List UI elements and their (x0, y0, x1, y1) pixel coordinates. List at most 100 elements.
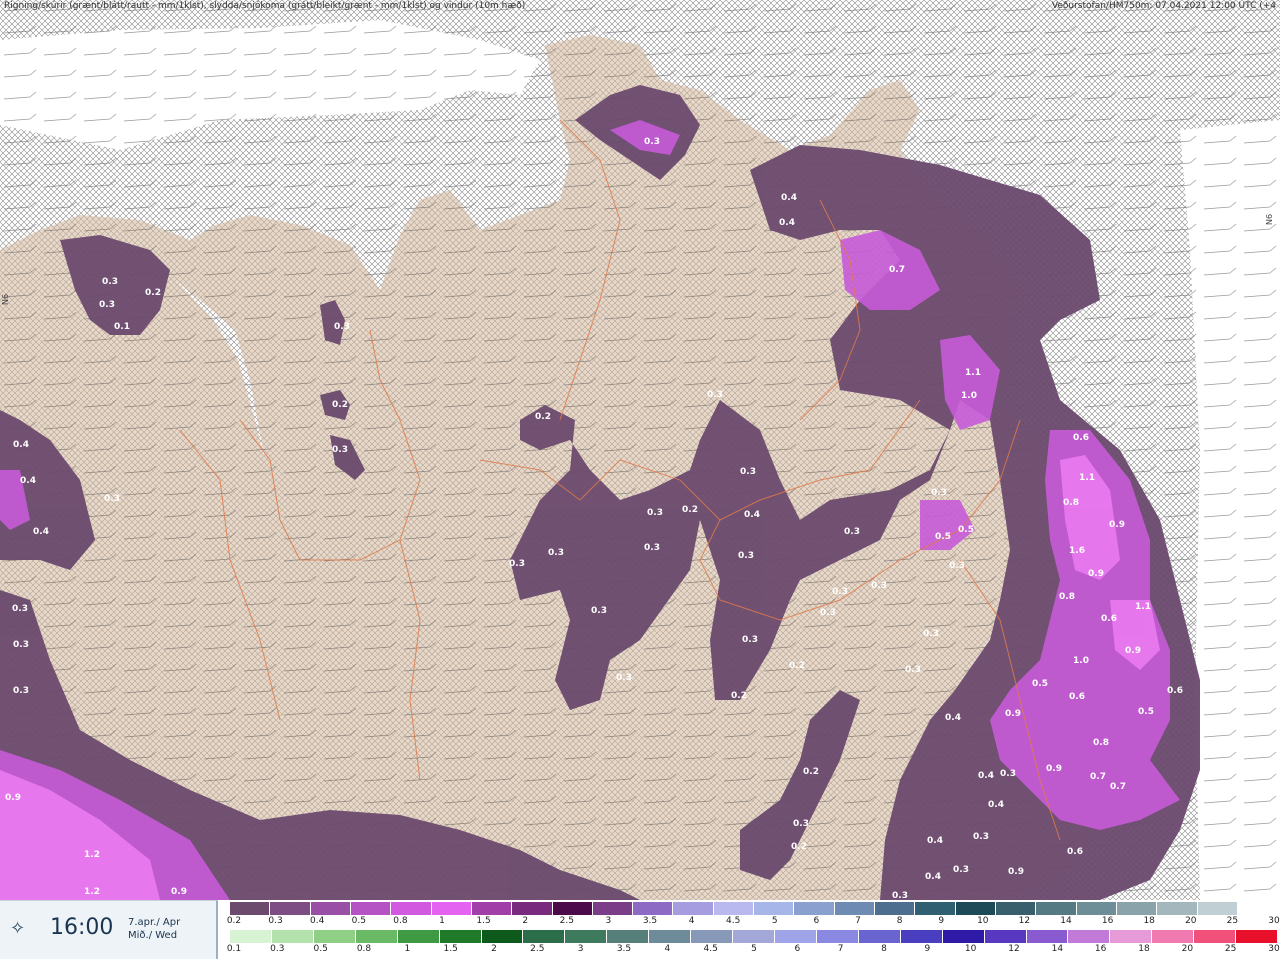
forecast-weekday: Mið./ Wed (128, 930, 178, 941)
grid-label-left: N6 (1, 294, 10, 305)
precip-value-label: 0.3 (13, 686, 29, 696)
header-description: Rigning/skúrir (grænt/blátt/rautt - mm/1… (4, 1, 526, 11)
precip-value-label: 0.3 (707, 390, 723, 400)
scale-tick-label: 14 (1051, 944, 1064, 954)
precip-value-label: 0.8 (1059, 592, 1075, 602)
scale-tick-label: 30 (1268, 916, 1280, 926)
scale-tick-label: 30 (1268, 944, 1280, 954)
colour-swatch (875, 902, 916, 915)
precip-value-label: 0.3 (104, 494, 120, 504)
precip-value-label: 0.6 (1069, 692, 1085, 702)
precip-value-label: 0.4 (779, 218, 795, 228)
precip-value-label: 0.7 (889, 265, 905, 275)
scale-tick-label: 0.8 (393, 916, 408, 926)
precip-value-label: 1.0 (961, 391, 977, 401)
scale-tick-label: 6 (813, 916, 820, 926)
forecast-time: 16:00 (50, 915, 114, 940)
colour-swatch (310, 902, 351, 915)
colour-swatch (391, 902, 432, 915)
precip-value-label: 0.2 (803, 767, 819, 777)
colour-swatch (481, 930, 524, 943)
precip-value-label: 1.1 (965, 368, 981, 378)
scale-tick-label: 1 (404, 944, 411, 954)
colour-swatch (1237, 902, 1279, 915)
precip-value-label: 0.4 (927, 836, 943, 846)
precip-value-label: 1.2 (84, 850, 100, 860)
scale-tick-label: 2 (522, 916, 529, 926)
precip-value-label: 0.3 (871, 581, 887, 591)
precip-value-label: 0.9 (1088, 569, 1104, 579)
precip-value-label: 0.9 (1008, 867, 1024, 877)
precip-value-label: 0.9 (171, 887, 187, 897)
colour-swatch (984, 930, 1027, 943)
precip-value-label: 0.6 (1073, 433, 1089, 443)
precip-value-label: 0.4 (33, 527, 49, 537)
precipitation-map: 0.3 0.4 0.4 0.7 1.1 1.0 0.3 0.2 0.3 0.1 0.3 0.2 0.3 0… (0, 0, 1280, 900)
colour-swatch (350, 902, 392, 915)
precip-value-label: 0.9 (5, 793, 21, 803)
colour-swatch (1116, 902, 1158, 915)
colour-swatch (834, 902, 875, 915)
scale-tick-label: 0.5 (313, 944, 328, 954)
precip-value-label: 0.8 (1093, 738, 1109, 748)
precip-value-label: 0.3 (953, 865, 969, 875)
colour-swatch (754, 902, 795, 915)
colour-swatch (995, 902, 1037, 915)
scale-tick-label: 4 (688, 916, 695, 926)
precip-value-label: 0.4 (925, 872, 941, 882)
colour-swatch (565, 930, 608, 943)
colour-swatch (794, 902, 835, 915)
precip-value-label: 0.3 (844, 527, 860, 537)
precip-value-label: 0.4 (13, 440, 29, 450)
precip-value-label: 1.2 (84, 887, 100, 897)
precip-value-label: 0.7 (1090, 772, 1106, 782)
precip-value-label: 0.3 (334, 322, 350, 332)
scale-tick-label: 18 (1143, 916, 1155, 926)
scale-tick-label: 2.5 (530, 944, 545, 954)
scale-tick-label: 2 (491, 944, 497, 954)
precip-value-label: 0.2 (682, 505, 698, 515)
precip-value-label: 0.2 (535, 412, 551, 422)
precip-value-label: 0.3 (647, 508, 663, 518)
compass-star-icon[interactable]: ✧ (10, 920, 28, 938)
precip-value-label: 0.3 (740, 467, 756, 477)
colour-swatch (915, 902, 956, 915)
precip-value-label: 0.8 (1063, 498, 1079, 508)
snow-colour-scale (230, 902, 1279, 915)
colour-swatch (1110, 930, 1153, 943)
colour-swatch (774, 930, 817, 943)
precip-value-label: 0.6 (1067, 847, 1083, 857)
precip-value-label: 0.5 (935, 532, 951, 542)
scale-tick-label: 3 (605, 916, 612, 926)
colour-swatch (1076, 902, 1117, 915)
colour-swatch (471, 902, 513, 915)
time-panel: ✧ 16:00 7.apr./ Apr Mið./ Wed (0, 900, 218, 959)
precip-value-label: 0.2 (731, 691, 747, 701)
scale-tick-label: 0.4 (310, 916, 325, 926)
precip-value-label: 0.3 (13, 640, 29, 650)
precip-value-label: 0.3 (616, 673, 632, 683)
colour-swatch (900, 930, 943, 943)
colour-swatch (523, 930, 566, 943)
colour-swatch (955, 902, 996, 915)
scale-tick-label: 7 (855, 916, 861, 926)
scale-tick-label: 0.8 (356, 944, 372, 954)
colour-swatch (431, 902, 472, 915)
scale-tick-label: 9 (924, 944, 931, 954)
scale-tick-label: 0.1 (226, 944, 242, 954)
scale-tick-label: 25 (1226, 916, 1239, 926)
precip-value-label: 0.3 (644, 543, 660, 553)
precip-value-label: 0.3 (973, 832, 989, 842)
scale-tick-label: 5 (771, 916, 778, 926)
colour-swatch (512, 902, 553, 915)
colour-swatch (816, 930, 859, 943)
precip-value-label: 0.5 (958, 525, 974, 535)
precip-value-label: 0.3 (892, 891, 908, 900)
colour-swatch (607, 930, 650, 943)
colour-swatch (230, 902, 271, 915)
precip-value-label: 0.4 (781, 193, 797, 203)
colour-swatch (313, 930, 356, 943)
precip-value-label: 0.4 (20, 476, 36, 486)
precip-value-label: 0.3 (102, 277, 118, 287)
scale-tick-label: 4.5 (703, 944, 718, 954)
